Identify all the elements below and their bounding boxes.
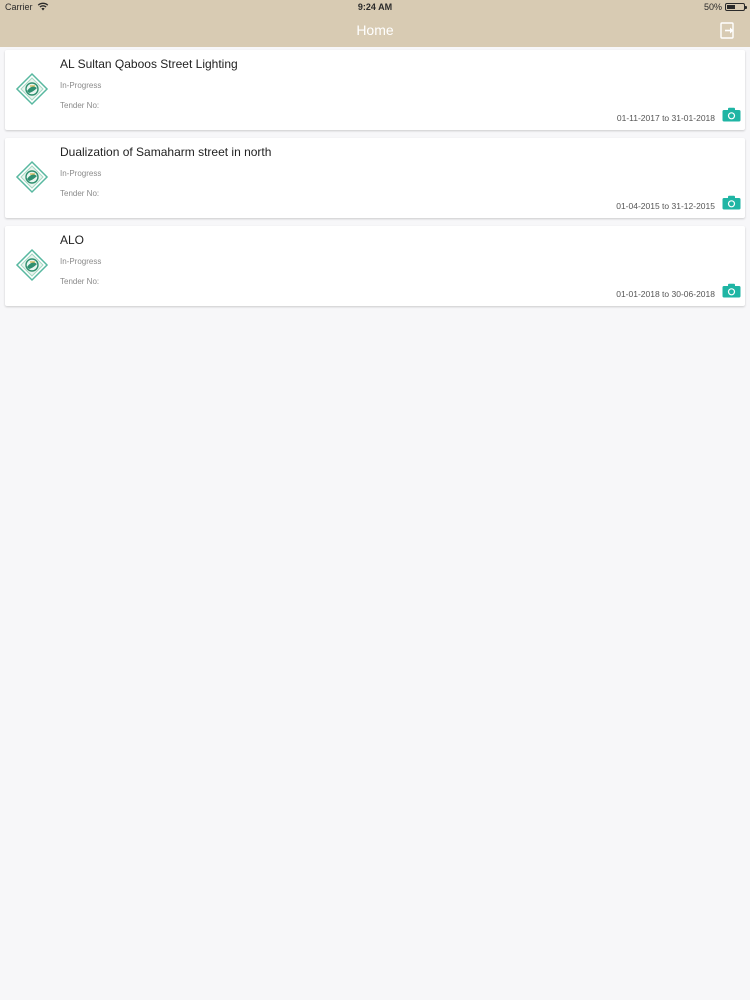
- project-status: In-Progress: [60, 81, 102, 90]
- project-logo-icon: [15, 248, 49, 282]
- status-bar: Carrier 9:24 AM 50%: [0, 0, 750, 14]
- project-dates: 01-11-2017 to 31-01-2018: [616, 113, 715, 123]
- project-status: In-Progress: [60, 257, 102, 266]
- project-dates: 01-04-2015 to 31-12-2015: [616, 201, 715, 211]
- page-title: Home: [356, 22, 394, 38]
- project-status: In-Progress: [60, 169, 102, 178]
- camera-icon[interactable]: [722, 107, 741, 122]
- app-screen: Carrier 9:24 AM 50% Home AL Sultan Qaboo…: [0, 0, 750, 1000]
- clock: 9:24 AM: [357, 2, 393, 12]
- tender-number: Tender No:: [60, 189, 100, 198]
- logout-icon[interactable]: [720, 22, 736, 39]
- project-list: AL Sultan Qaboos Street Lighting In-Prog…: [5, 50, 745, 314]
- project-dates: 01-01-2018 to 30-06-2018: [616, 289, 715, 299]
- project-card[interactable]: ALO In-Progress Tender No: 01-01-2018 to…: [5, 226, 745, 306]
- project-title: AL Sultan Qaboos Street Lighting: [60, 57, 238, 71]
- battery-icon: [725, 3, 747, 11]
- header-bar: Carrier 9:24 AM 50% Home: [0, 0, 750, 47]
- project-card[interactable]: AL Sultan Qaboos Street Lighting In-Prog…: [5, 50, 745, 130]
- project-title: ALO: [60, 233, 85, 247]
- camera-icon[interactable]: [722, 283, 741, 298]
- project-card[interactable]: Dualization of Samaharm street in north …: [5, 138, 745, 218]
- camera-icon[interactable]: [722, 195, 741, 210]
- project-title: Dualization of Samaharm street in north: [60, 145, 272, 159]
- tender-number: Tender No:: [60, 277, 100, 286]
- project-logo-icon: [15, 72, 49, 106]
- tender-number: Tender No:: [60, 101, 100, 110]
- battery-percent: 50%: [703, 2, 722, 12]
- project-logo-icon: [15, 160, 49, 194]
